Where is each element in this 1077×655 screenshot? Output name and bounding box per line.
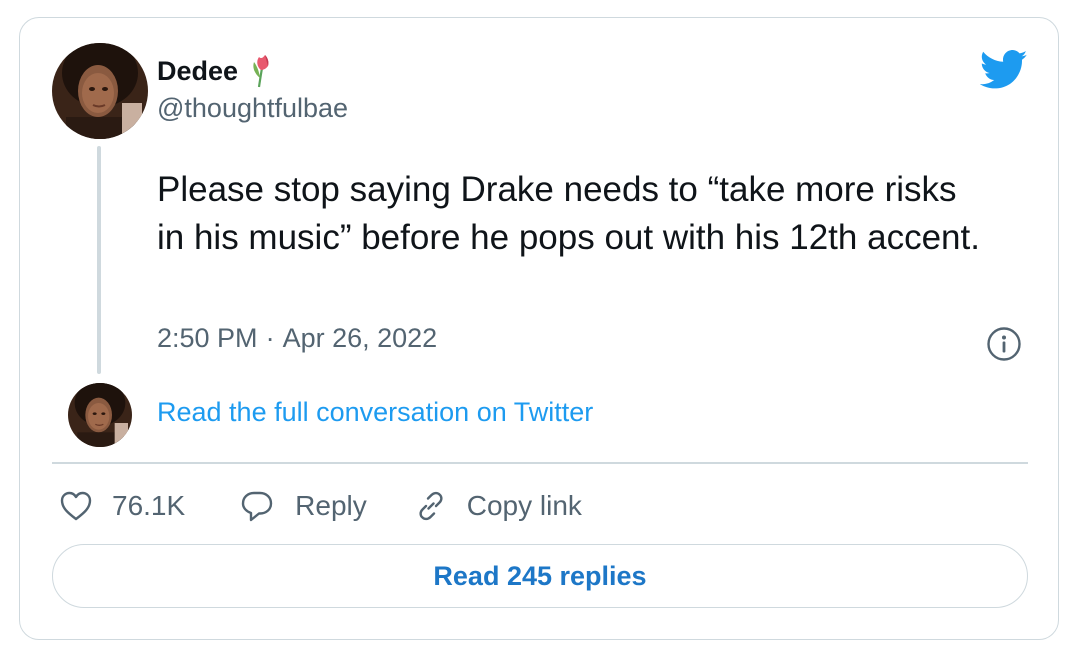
twitter-bird-icon[interactable] bbox=[979, 50, 1028, 90]
heart-icon bbox=[60, 491, 92, 521]
author-name-row[interactable]: Dedee bbox=[157, 52, 278, 90]
tweet-time[interactable]: 2:50 PM bbox=[157, 323, 258, 354]
thread-line bbox=[97, 146, 101, 374]
reply-button[interactable]: Reply bbox=[239, 488, 367, 524]
like-button[interactable]: 76.1K bbox=[58, 488, 185, 524]
link-icon bbox=[419, 491, 443, 521]
speech-bubble-icon bbox=[241, 491, 273, 522]
read-full-conversation-link[interactable]: Read the full conversation on Twitter bbox=[157, 397, 593, 428]
like-count: 76.1K bbox=[112, 490, 186, 521]
tulip-icon bbox=[248, 54, 278, 88]
read-replies-button[interactable]: Read 245 replies bbox=[52, 544, 1028, 608]
reply-label: Reply bbox=[295, 490, 367, 521]
info-icon[interactable] bbox=[986, 326, 1022, 362]
tweet-timestamp[interactable]: 2:50 PM · Apr 26, 2022 bbox=[157, 323, 437, 354]
author-handle[interactable]: @thoughtfulbae bbox=[157, 93, 348, 124]
copy-link-label: Copy link bbox=[466, 490, 582, 521]
conversation-avatar[interactable] bbox=[68, 383, 132, 447]
tweet-date[interactable]: Apr 26, 2022 bbox=[283, 323, 438, 354]
action-bar: 76.1K Reply Copy link bbox=[58, 484, 582, 528]
copy-link-button[interactable]: Copy link bbox=[413, 488, 582, 524]
author-display-name[interactable]: Dedee bbox=[157, 56, 238, 87]
divider bbox=[52, 462, 1028, 464]
timestamp-separator: · bbox=[265, 323, 275, 353]
tweet-text: Please stop saying Drake needs to “take … bbox=[157, 170, 980, 257]
read-replies-label: Read 245 replies bbox=[433, 560, 647, 591]
author-avatar[interactable] bbox=[52, 43, 148, 139]
